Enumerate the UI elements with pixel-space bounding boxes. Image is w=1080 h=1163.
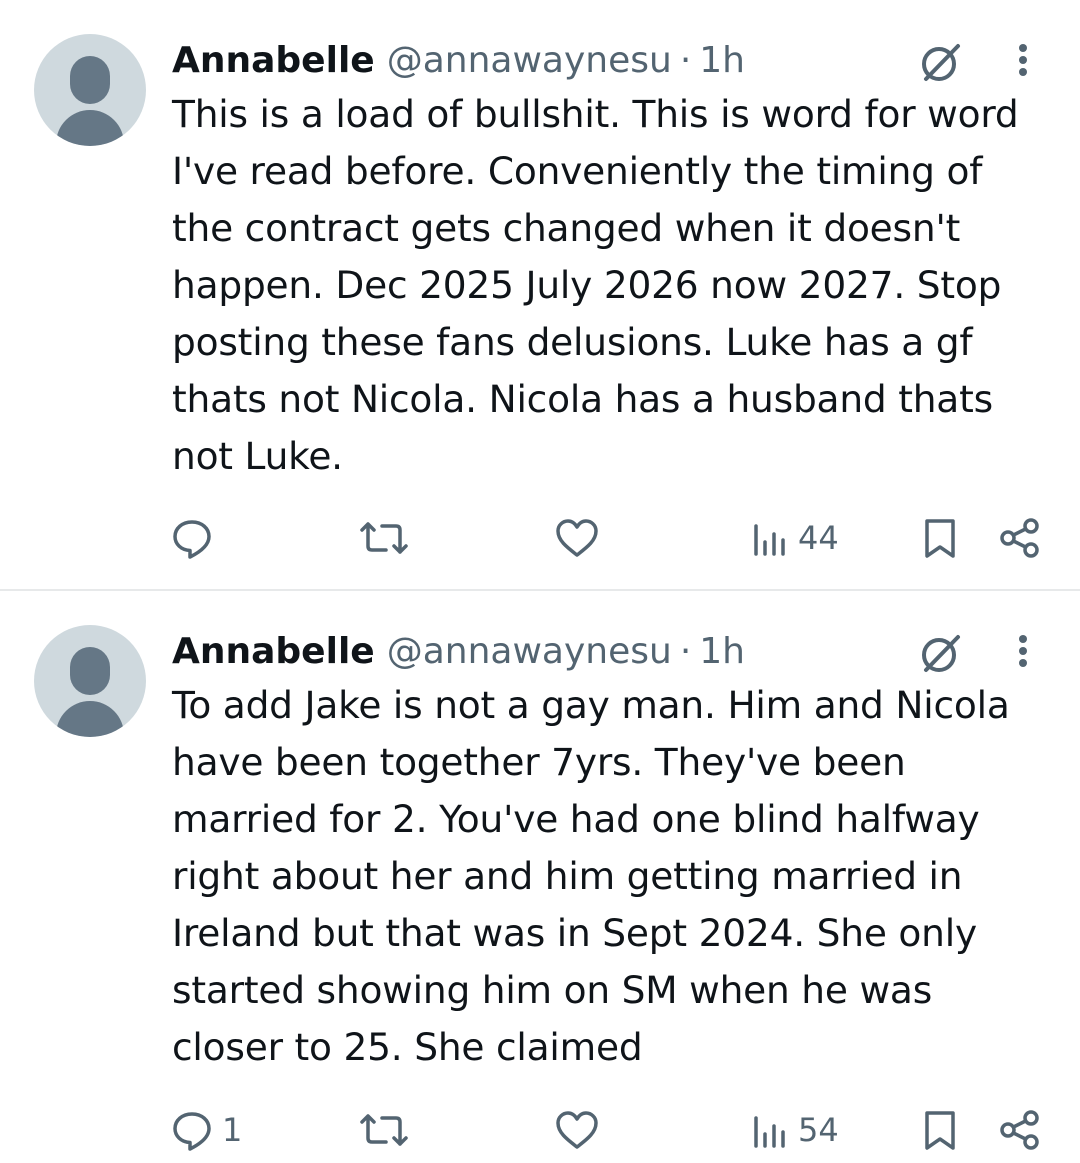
- user-handle[interactable]: @annawaynesu: [387, 40, 672, 81]
- display-name[interactable]: Annabelle: [172, 40, 375, 81]
- bookmark-icon: [920, 516, 960, 560]
- bookmark-button[interactable]: [920, 512, 960, 564]
- heart-icon: [554, 516, 600, 560]
- user-handle[interactable]: @annawaynesu: [387, 631, 672, 672]
- bookmark-button[interactable]: [920, 1104, 960, 1156]
- timestamp[interactable]: 1h: [699, 40, 745, 81]
- views-chart-icon: [750, 516, 790, 560]
- tweet-header: Annabelle @annawaynesu · 1h: [172, 627, 745, 675]
- like-button[interactable]: [554, 1104, 600, 1156]
- reply-count: 1: [222, 1111, 243, 1149]
- avatar-shoulders: [56, 110, 124, 146]
- retweet-icon: [358, 516, 410, 560]
- avatar-head: [70, 56, 110, 104]
- tweet[interactable]: Annabelle @annawaynesu · 1h To add Jake …: [0, 591, 1080, 1163]
- tweet[interactable]: Annabelle @annawaynesu · 1h This is a lo…: [0, 0, 1080, 590]
- share-icon: [998, 516, 1042, 560]
- avatar-head: [70, 647, 110, 695]
- grok-icon[interactable]: [918, 40, 964, 86]
- reply-button[interactable]: 1: [170, 1104, 242, 1156]
- views-button[interactable]: 54: [750, 1104, 839, 1156]
- views-chart-icon: [750, 1108, 790, 1152]
- action-bar: 1 54: [0, 1104, 1080, 1156]
- share-button[interactable]: [998, 1104, 1042, 1156]
- separator-dot: ·: [679, 39, 692, 81]
- tweet-text: To add Jake is not a gay man. Him and Ni…: [172, 683, 1010, 1069]
- avatar-shoulders: [56, 701, 124, 737]
- more-vertical-icon[interactable]: [1006, 40, 1040, 86]
- reply-icon: [170, 516, 214, 560]
- retweet-button[interactable]: [358, 512, 410, 564]
- view-count: 54: [798, 1111, 839, 1149]
- tweet-text: This is a load of bullshit. This is word…: [172, 92, 1019, 478]
- retweet-icon: [358, 1108, 410, 1152]
- avatar[interactable]: [34, 34, 146, 146]
- avatar[interactable]: [34, 625, 146, 737]
- display-name[interactable]: Annabelle: [172, 631, 375, 672]
- reply-button[interactable]: [170, 512, 222, 564]
- tweet-header: Annabelle @annawaynesu · 1h: [172, 36, 745, 84]
- views-button[interactable]: 44: [750, 512, 839, 564]
- more-vertical-icon[interactable]: [1006, 631, 1040, 677]
- bookmark-icon: [920, 1108, 960, 1152]
- reply-icon: [170, 1108, 214, 1152]
- timestamp[interactable]: 1h: [699, 631, 745, 672]
- heart-icon: [554, 1108, 600, 1152]
- share-icon: [998, 1108, 1042, 1152]
- share-button[interactable]: [998, 512, 1042, 564]
- separator-dot: ·: [679, 630, 692, 672]
- retweet-button[interactable]: [358, 1104, 410, 1156]
- action-bar: 44: [0, 512, 1080, 564]
- like-button[interactable]: [554, 512, 600, 564]
- view-count: 44: [798, 519, 839, 557]
- grok-icon[interactable]: [918, 631, 964, 677]
